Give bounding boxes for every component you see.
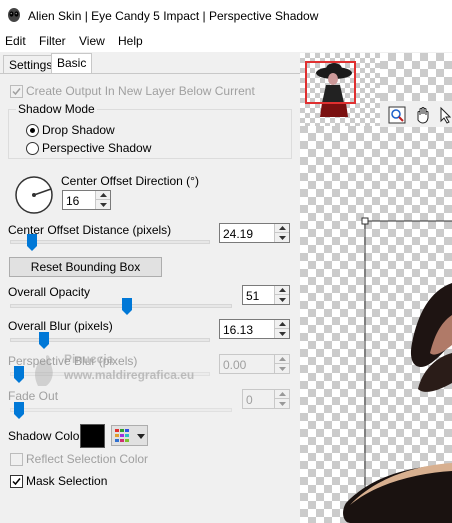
color-grid-icon (115, 429, 129, 442)
reflect-selection-color-checkbox[interactable] (10, 453, 23, 466)
spin-up-button[interactable] (275, 355, 289, 364)
overall-opacity-spinbox[interactable]: 51 (242, 285, 290, 305)
fade-out-slider-thumb[interactable] (14, 402, 24, 419)
arrow-down-icon (99, 202, 107, 207)
perspective-shadow-label: Perspective Shadow (42, 141, 152, 155)
arrow-up-icon (278, 288, 286, 292)
preview-area[interactable] (300, 53, 452, 523)
spin-down-button[interactable] (275, 233, 289, 242)
radio-selected-dot (30, 128, 35, 133)
fade-out-spinbox[interactable]: 0 (242, 389, 290, 409)
reset-bounding-box-button[interactable]: Reset Bounding Box (9, 257, 162, 277)
spin-down-button[interactable] (96, 200, 110, 209)
overall-opacity-slider-track[interactable] (10, 304, 232, 308)
center-offset-distance-slider-thumb[interactable] (27, 234, 37, 251)
shadow-mode-label: Shadow Mode (16, 102, 97, 116)
reflect-selection-color-label: Reflect Selection Color (26, 452, 149, 466)
alien-skin-app-icon (8, 8, 20, 22)
drop-shadow-radio[interactable] (26, 124, 39, 137)
arrow-down-icon (278, 331, 286, 336)
overall-blur-label: Overall Blur (pixels) (8, 319, 113, 333)
center-offset-distance-value: 24.19 (223, 227, 254, 241)
arrow-up-icon (278, 226, 286, 230)
spin-up-button[interactable] (96, 191, 110, 200)
overall-opacity-slider-thumb[interactable] (122, 298, 132, 315)
overall-opacity-value: 51 (246, 289, 260, 303)
arrow-up-icon (278, 357, 286, 361)
arrow-up-icon (278, 392, 286, 396)
mask-selection-checkbox[interactable] (10, 475, 23, 488)
overall-blur-value: 16.13 (223, 323, 254, 337)
perspective-blur-label: Perspective Blur (pixels) (8, 354, 138, 368)
fade-out-slider-track[interactable] (10, 408, 232, 412)
window-title: Alien Skin | Eye Candy 5 Impact | Perspe… (28, 9, 319, 23)
title-bar: Alien Skin | Eye Candy 5 Impact | Perspe… (0, 0, 452, 32)
spin-buttons (274, 224, 289, 242)
arrow-up-icon (278, 322, 286, 326)
create-output-checkbox[interactable] (10, 85, 23, 98)
spin-buttons (274, 355, 289, 373)
create-output-label: Create Output In New Layer Below Current (26, 84, 255, 98)
overall-blur-spinbox[interactable]: 16.13 (219, 319, 290, 339)
perspective-blur-value: 0.00 (223, 358, 247, 372)
center-offset-direction-label: Center Offset Direction (°) (61, 174, 199, 188)
overall-opacity-label: Overall Opacity (8, 285, 91, 299)
direction-dial[interactable] (14, 175, 54, 215)
spin-down-button[interactable] (275, 329, 289, 338)
fade-out-label: Fade Out (8, 389, 59, 403)
spin-buttons (274, 390, 289, 408)
drop-shadow-label: Drop Shadow (42, 123, 115, 137)
perspective-blur-slider-thumb[interactable] (14, 366, 24, 383)
center-offset-direction-spinbox[interactable]: 16 (62, 190, 111, 210)
spin-buttons (95, 191, 110, 209)
spin-buttons (274, 286, 289, 304)
shadow-color-swatch[interactable] (80, 424, 105, 448)
checkmark-icon (12, 478, 21, 486)
menu-filter[interactable]: Filter (39, 34, 66, 48)
overall-blur-slider-thumb[interactable] (39, 332, 49, 349)
center-offset-distance-spinbox[interactable]: 24.19 (219, 223, 290, 243)
center-offset-direction-value: 16 (66, 194, 80, 208)
tab-basic[interactable]: Basic (51, 53, 93, 75)
menu-view[interactable]: View (79, 34, 105, 48)
spin-up-button[interactable] (275, 320, 289, 329)
preview-canvas-image (343, 217, 452, 523)
perspective-blur-slider-track[interactable] (10, 372, 210, 376)
checkmark-icon (12, 88, 21, 96)
arrow-down-icon (278, 401, 286, 406)
mask-selection-label: Mask Selection (26, 474, 108, 488)
arrow-up-icon (99, 193, 107, 197)
color-picker-dropdown[interactable] (111, 425, 148, 446)
spin-down-button[interactable] (275, 399, 289, 408)
spin-down-button[interactable] (275, 364, 289, 373)
perspective-blur-spinbox[interactable]: 0.00 (219, 354, 290, 374)
chevron-down-icon (137, 434, 145, 439)
spin-up-button[interactable] (275, 390, 289, 399)
center-offset-distance-slider-track[interactable] (10, 240, 210, 244)
spin-up-button[interactable] (275, 224, 289, 233)
basic-tab-panel: Create Output In New Layer Below Current… (0, 73, 300, 523)
arrow-down-icon (278, 366, 286, 371)
arrow-down-icon (278, 235, 286, 240)
shadow-color-label: Shadow Color (8, 429, 84, 443)
arrow-down-icon (278, 297, 286, 302)
perspective-shadow-radio[interactable] (26, 142, 39, 155)
fade-out-value: 0 (246, 393, 253, 407)
spin-up-button[interactable] (275, 286, 289, 295)
menu-bar: Edit Filter View Help (0, 32, 452, 52)
spin-buttons (274, 320, 289, 338)
menu-edit[interactable]: Edit (5, 34, 26, 48)
spin-down-button[interactable] (275, 295, 289, 304)
menu-help[interactable]: Help (118, 34, 143, 48)
